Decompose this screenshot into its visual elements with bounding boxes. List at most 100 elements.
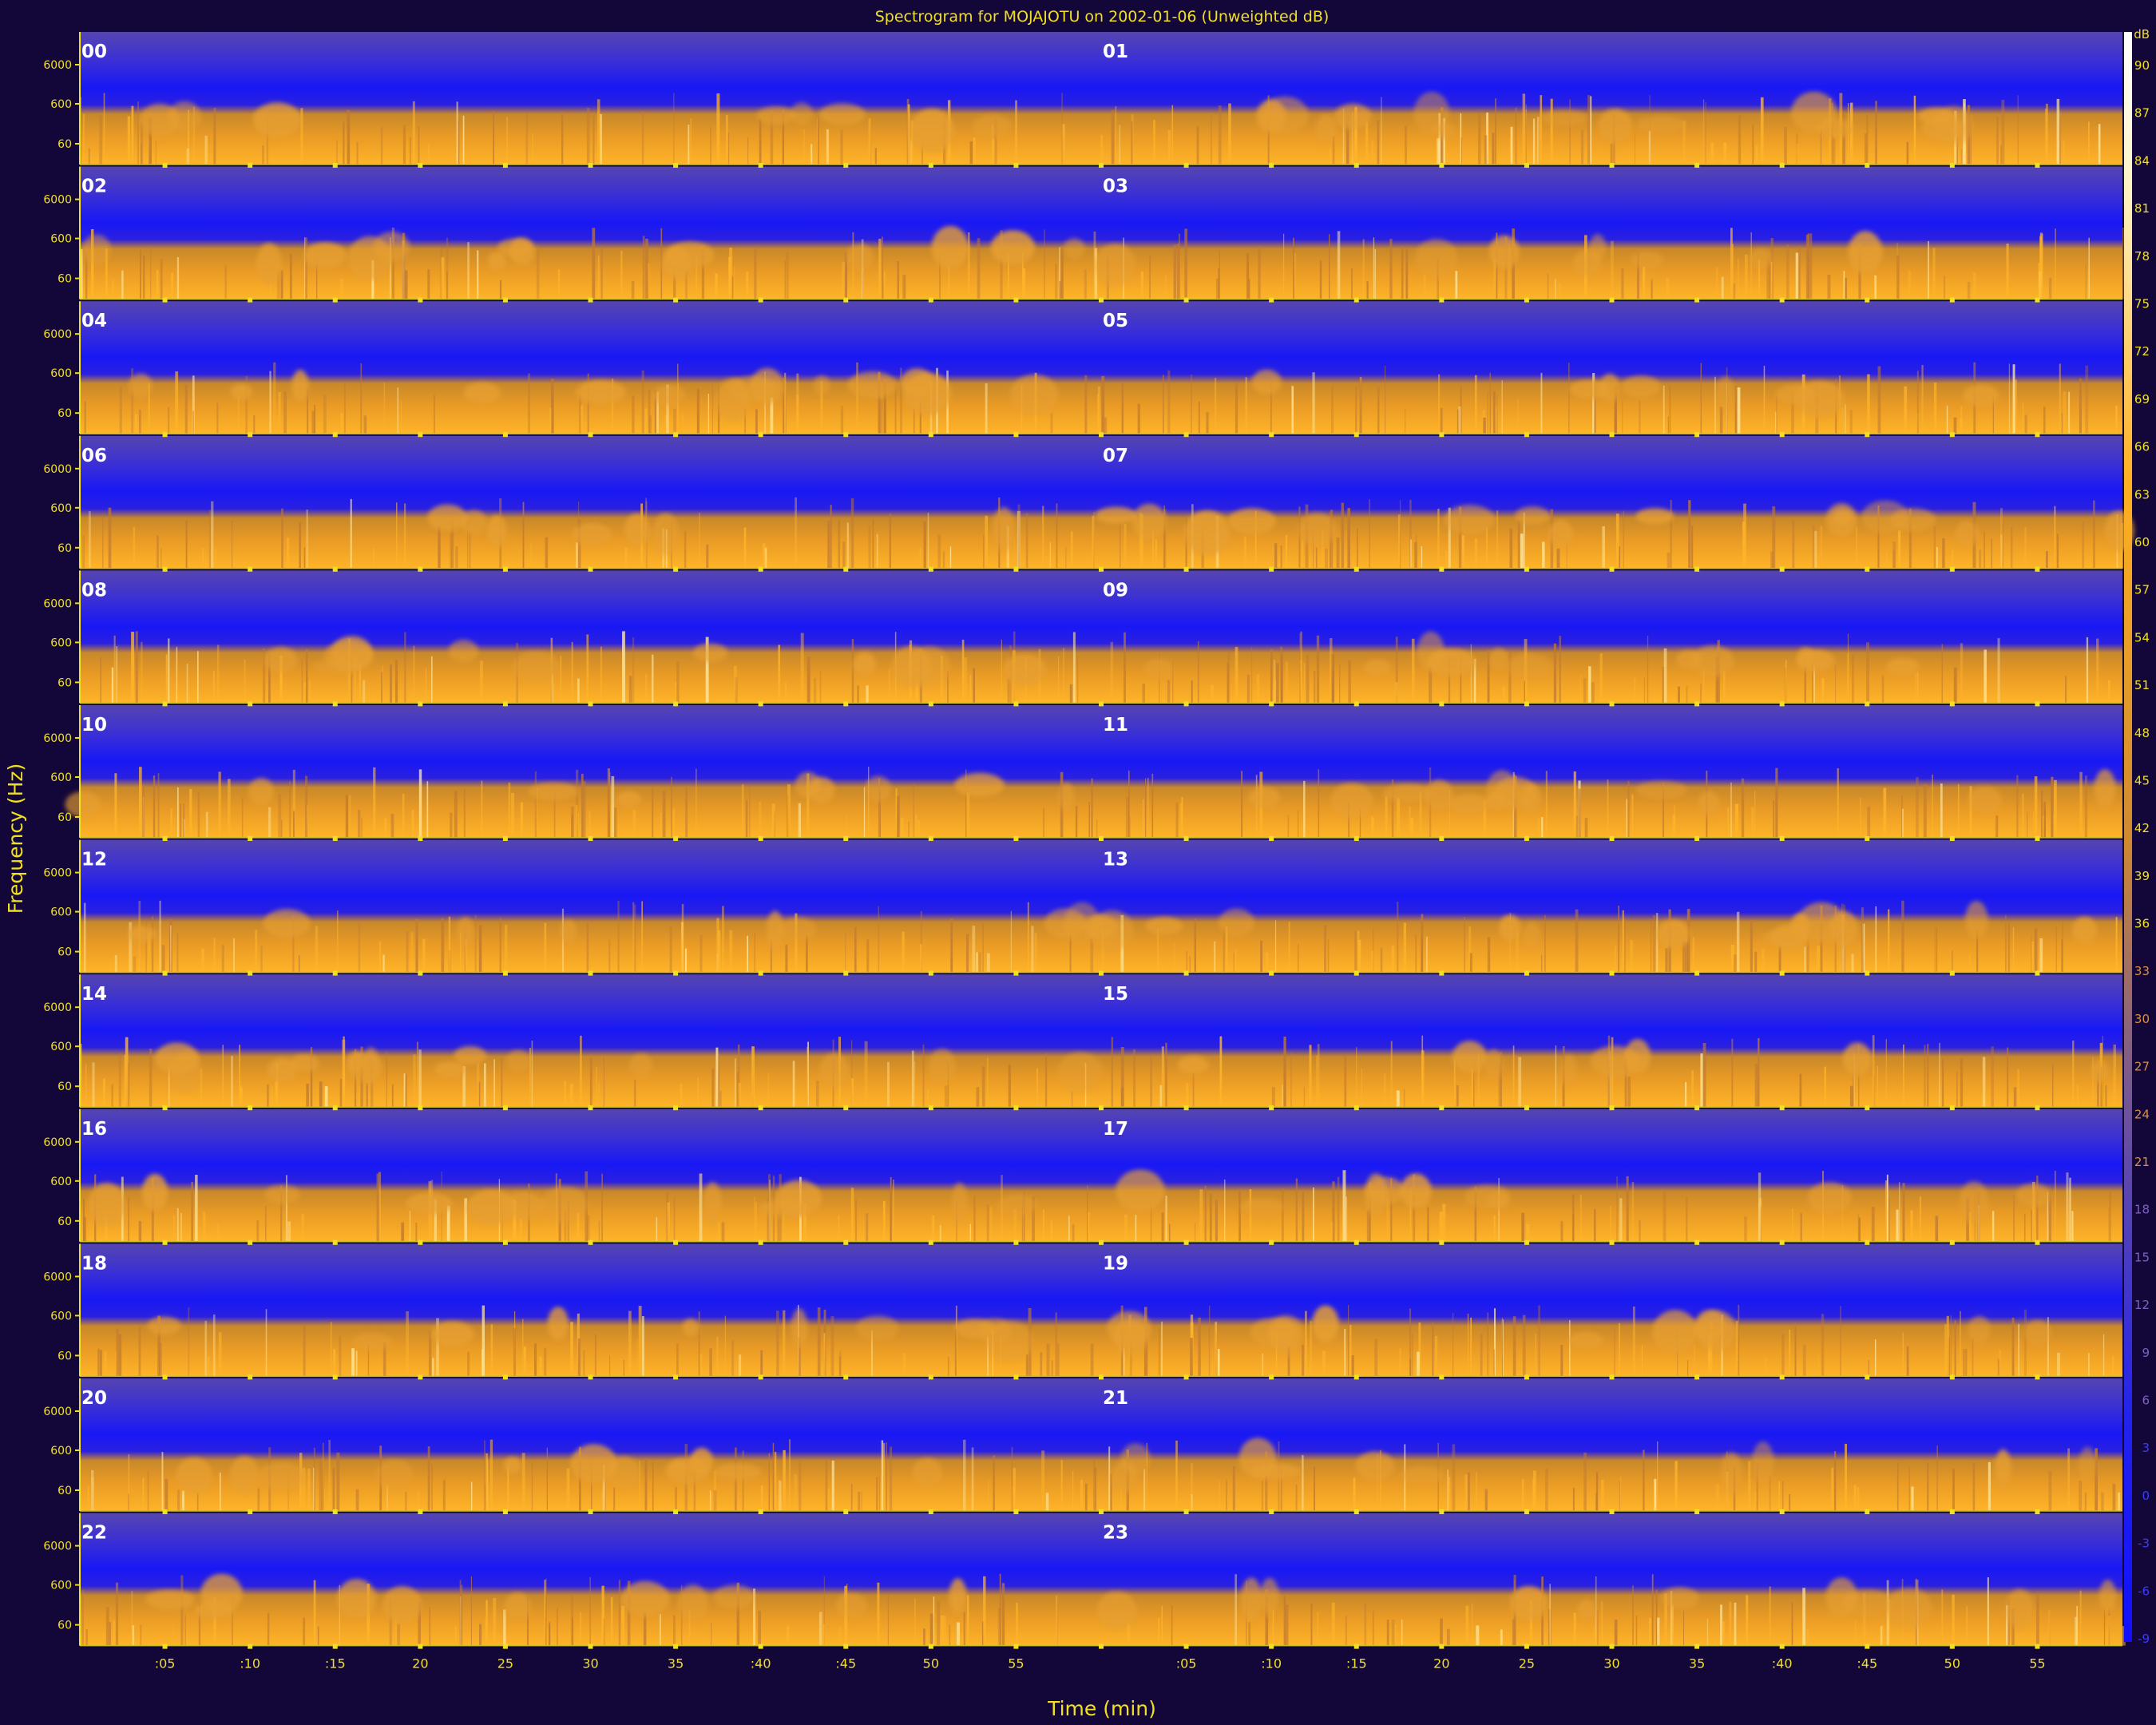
streak bbox=[1626, 1176, 1629, 1242]
streak bbox=[458, 118, 460, 165]
blob bbox=[503, 1457, 521, 1474]
streak bbox=[1355, 386, 1357, 434]
streak bbox=[216, 644, 220, 704]
streak bbox=[779, 1480, 782, 1511]
streak bbox=[1337, 231, 1341, 299]
streak bbox=[1344, 1328, 1346, 1377]
streak bbox=[1896, 1462, 1899, 1511]
x-tick-mark bbox=[1779, 1374, 1785, 1380]
streak bbox=[709, 1490, 711, 1511]
streak bbox=[508, 782, 511, 838]
blob bbox=[2072, 917, 2098, 944]
streak bbox=[549, 407, 552, 434]
streak bbox=[818, 1612, 822, 1646]
x-tick-mark bbox=[2035, 566, 2040, 572]
colorbar-tick-label: 12 bbox=[2134, 1298, 2150, 1312]
streak bbox=[287, 1221, 291, 1242]
x-tick-mark bbox=[1183, 163, 1189, 168]
streak bbox=[1796, 144, 1798, 165]
streak bbox=[113, 1620, 116, 1646]
x-tick-mark bbox=[928, 163, 933, 168]
streak bbox=[1342, 1170, 1346, 1242]
x-tick-mark bbox=[332, 1644, 338, 1649]
streak bbox=[1731, 1038, 1734, 1108]
streak bbox=[1233, 952, 1235, 973]
x-tick-mark bbox=[1353, 1374, 1359, 1380]
hour-label: 02 bbox=[81, 176, 107, 197]
streak bbox=[601, 1173, 603, 1242]
streak bbox=[1591, 682, 1595, 704]
streak bbox=[1313, 670, 1316, 704]
streak bbox=[1674, 1461, 1678, 1511]
streak bbox=[218, 1332, 222, 1377]
x-tick-mark bbox=[928, 970, 933, 976]
x-tick-mark bbox=[1524, 970, 1529, 976]
streak bbox=[957, 1622, 960, 1646]
blob bbox=[81, 234, 112, 265]
blob bbox=[652, 385, 686, 406]
blob bbox=[931, 226, 969, 270]
streak bbox=[1952, 1594, 1955, 1646]
streak bbox=[696, 388, 700, 434]
streak bbox=[383, 382, 386, 434]
blob bbox=[1111, 1461, 1139, 1493]
streak bbox=[1897, 530, 1901, 569]
streak bbox=[840, 129, 843, 165]
streak bbox=[1584, 818, 1588, 838]
streak bbox=[1016, 1602, 1018, 1646]
streak bbox=[1578, 788, 1581, 838]
spectrogram-row-1: 02 03 bbox=[80, 166, 2124, 299]
streak bbox=[1235, 382, 1239, 434]
streak bbox=[641, 371, 644, 434]
x-tick-mark bbox=[1183, 1509, 1189, 1514]
streak bbox=[1239, 1190, 1241, 1242]
streak bbox=[278, 794, 282, 838]
streak bbox=[2038, 263, 2040, 299]
streak bbox=[1770, 551, 1774, 569]
x-tick-label: 35 bbox=[1689, 1656, 1705, 1671]
x-tick-mark bbox=[1865, 836, 1870, 841]
colorbar-tick-label: 30 bbox=[2134, 1012, 2150, 1026]
streak bbox=[1161, 1046, 1164, 1108]
blob bbox=[1145, 917, 1183, 935]
streak bbox=[969, 1223, 971, 1242]
x-tick-mark bbox=[2035, 1239, 2040, 1245]
streak bbox=[1312, 372, 1315, 434]
streak bbox=[2075, 1616, 2078, 1646]
streak bbox=[1770, 261, 1773, 299]
blob bbox=[257, 1461, 307, 1491]
blob bbox=[1569, 380, 1611, 399]
x-tick-mark bbox=[502, 1644, 508, 1649]
streak bbox=[1056, 503, 1058, 569]
streak bbox=[1670, 500, 1672, 569]
blob bbox=[129, 373, 153, 399]
blob bbox=[1063, 238, 1085, 259]
streak bbox=[1541, 954, 1543, 973]
streak bbox=[306, 1083, 309, 1108]
blob bbox=[1631, 252, 1664, 269]
streak bbox=[530, 542, 532, 569]
streak bbox=[1845, 277, 1847, 299]
streak bbox=[1062, 124, 1065, 165]
streak bbox=[2067, 1448, 2071, 1511]
streak bbox=[1248, 278, 1250, 299]
streak bbox=[1493, 391, 1496, 434]
streak bbox=[396, 502, 398, 569]
streak bbox=[1541, 817, 1544, 838]
blob bbox=[819, 103, 866, 126]
streak bbox=[450, 812, 453, 838]
streak bbox=[336, 1452, 340, 1511]
streak bbox=[1875, 101, 1877, 165]
streak bbox=[1056, 1342, 1060, 1377]
streak bbox=[1799, 1073, 1802, 1108]
streak bbox=[2000, 145, 2002, 165]
blob bbox=[1400, 1173, 1432, 1209]
x-tick-mark bbox=[332, 432, 338, 438]
streak bbox=[1285, 535, 1287, 569]
x-tick-mark bbox=[928, 1509, 933, 1514]
streak bbox=[386, 1051, 387, 1108]
streak bbox=[244, 660, 246, 704]
blob bbox=[624, 514, 651, 546]
streak bbox=[963, 1439, 966, 1511]
streak bbox=[1906, 141, 1909, 165]
